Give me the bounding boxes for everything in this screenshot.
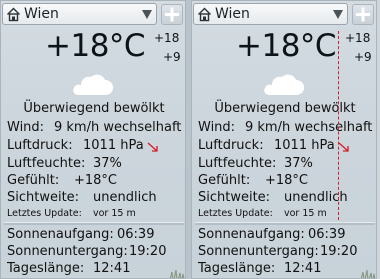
visibility-label: Sichtweite: <box>7 190 80 205</box>
sunset-row: Sonnenuntergang: 19:20 <box>7 244 166 259</box>
current-temperature: +18°C <box>45 28 146 64</box>
sunrise-value: 06:39 <box>117 227 155 242</box>
wind-label: Wind: <box>198 120 236 135</box>
sunrise-row: Sonnenaufgang: 06:39 <box>198 227 345 242</box>
feels-like-value: +18°C <box>265 173 309 188</box>
sunset-row: Sonnenuntergang: 19:20 <box>198 244 357 259</box>
temperature-low: +9 <box>354 50 372 64</box>
city-name: Wien <box>215 6 250 22</box>
weather-condition: Überwiegend bewölkt <box>23 101 165 116</box>
sunset-label: Sonnenuntergang: <box>7 244 128 259</box>
day-length-label: Tageslänge: <box>198 261 276 276</box>
plus-icon <box>165 7 179 22</box>
current-temperature: +18°C <box>236 28 337 64</box>
wind-value: 9 km/h wechselhaft <box>54 120 182 135</box>
day-length-row: Tageslänge: 12:41 <box>7 261 130 276</box>
humidity-value: 37% <box>93 156 122 171</box>
add-city-button[interactable] <box>352 4 374 25</box>
day-length-value: 12:41 <box>284 261 322 276</box>
wind-row: Wind: 9 km/h wechselhaft <box>7 120 181 135</box>
weather-panel-left: Wien +18°C +18 +9 Überwiegend bewölkt Wi… <box>0 0 186 279</box>
grass-icon <box>169 269 185 278</box>
day-length-row: Tageslänge: 12:41 <box>198 261 321 276</box>
humidity-row: Luftfeuchte: 37% <box>7 156 122 171</box>
visibility-label: Sichtweite: <box>198 190 271 205</box>
sunset-value: 19:20 <box>129 244 167 259</box>
plus-icon <box>356 7 370 22</box>
arrow-down-right-icon <box>338 142 349 152</box>
divider <box>4 222 184 225</box>
sunrise-value: 06:39 <box>308 227 346 242</box>
last-update-row: Letztes Update: vor 15 m <box>198 208 327 219</box>
day-length-label: Tageslänge: <box>7 261 85 276</box>
humidity-label: Luftfeuchte: <box>198 156 277 171</box>
grass-icon <box>360 269 376 278</box>
pressure-label: Luftdruck: <box>7 138 73 153</box>
visibility-row: Sichtweite: unendlich <box>198 190 348 205</box>
visibility-row: Sichtweite: unendlich <box>7 190 157 205</box>
feels-like-row: Gefühlt: +18°C <box>7 173 117 188</box>
temperature-high: +18 <box>345 31 371 45</box>
last-update-label: Letztes Update: <box>198 208 273 219</box>
temperature-high: +18 <box>154 31 180 45</box>
last-update-label: Letztes Update: <box>7 208 82 219</box>
wind-row: Wind: 9 km/h wechselhaft <box>198 120 372 135</box>
temperature-low: +9 <box>163 50 181 64</box>
feels-like-row: Gefühlt: +18°C <box>198 173 308 188</box>
visibility-value: unendlich <box>93 190 157 205</box>
city-dropdown[interactable]: Wien <box>193 3 348 25</box>
day-length-value: 12:41 <box>93 261 131 276</box>
cloud-icon <box>264 74 305 95</box>
home-icon <box>7 7 20 22</box>
pressure-label: Luftdruck: <box>198 138 264 153</box>
pressure-value: 1011 hPa <box>274 138 335 153</box>
sunrise-label: Sonnenaufgang: <box>7 227 114 242</box>
weather-panel-right: Wien +18°C +18 +9 Überwiegend bewölkt Wi… <box>191 0 377 279</box>
sunrise-label: Sonnenaufgang: <box>198 227 305 242</box>
last-update-row: Letztes Update: vor 15 m <box>7 208 136 219</box>
arrow-down-right-icon <box>147 142 158 152</box>
feels-like-label: Gefühlt: <box>198 173 251 188</box>
pressure-value: 1011 hPa <box>83 138 144 153</box>
city-dropdown[interactable]: Wien <box>2 3 157 25</box>
feels-like-value: +18°C <box>74 173 118 188</box>
sunset-label: Sonnenuntergang: <box>198 244 319 259</box>
weather-condition: Überwiegend bewölkt <box>214 101 356 116</box>
home-icon <box>198 7 211 22</box>
pressure-row: Luftdruck: 1011 hPa <box>7 138 144 153</box>
humidity-value: 37% <box>284 156 313 171</box>
triangle-down-icon[interactable] <box>142 10 152 19</box>
city-name: Wien <box>24 6 59 22</box>
alignment-guide-line <box>338 31 339 220</box>
cloud-icon <box>73 74 114 95</box>
divider <box>195 222 375 225</box>
feels-like-label: Gefühlt: <box>7 173 60 188</box>
last-update-value: vor 15 m <box>284 208 327 219</box>
wind-label: Wind: <box>7 120 45 135</box>
sunrise-row: Sonnenaufgang: 06:39 <box>7 227 154 242</box>
wind-value: 9 km/h wechselhaft <box>245 120 373 135</box>
sunset-value: 19:20 <box>320 244 358 259</box>
humidity-label: Luftfeuchte: <box>7 156 86 171</box>
add-city-button[interactable] <box>161 4 183 25</box>
last-update-value: vor 15 m <box>93 208 136 219</box>
triangle-down-icon[interactable] <box>333 10 343 19</box>
pressure-row: Luftdruck: 1011 hPa <box>198 138 335 153</box>
humidity-row: Luftfeuchte: 37% <box>198 156 313 171</box>
